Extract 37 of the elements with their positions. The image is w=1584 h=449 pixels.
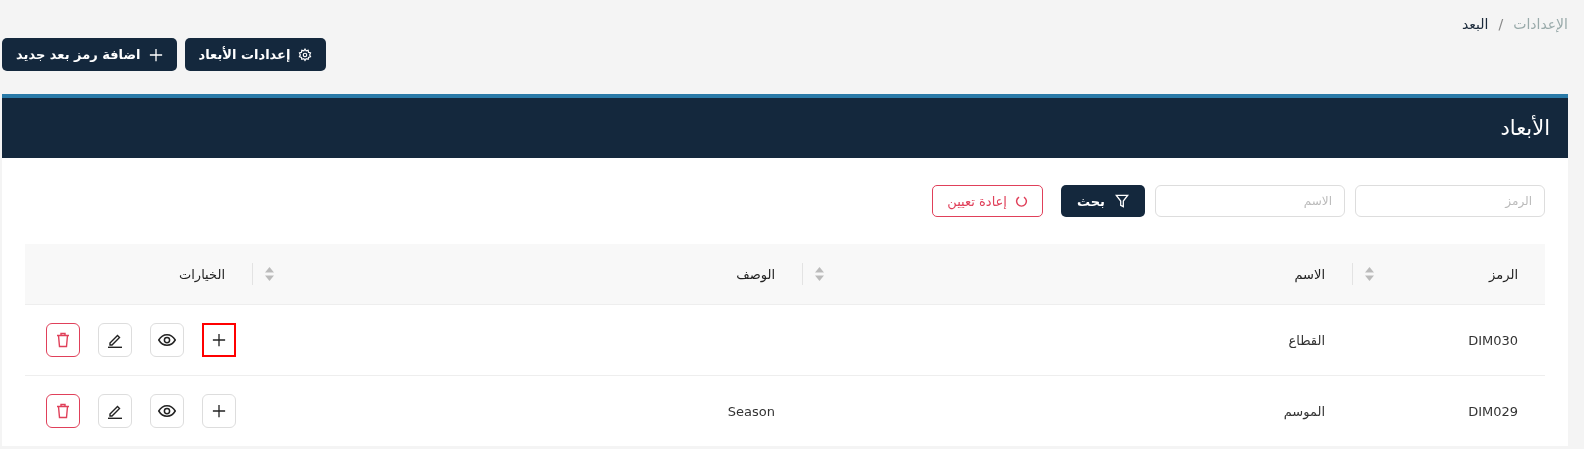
filter-field[interactable]: الاسم xyxy=(1155,185,1345,217)
table-cell: Season xyxy=(727,403,775,419)
plus-icon xyxy=(212,404,226,418)
view-button[interactable] xyxy=(150,323,184,357)
breadcrumb-separator: / xyxy=(1498,16,1504,32)
filter-icon xyxy=(1115,194,1129,208)
view-button[interactable] xyxy=(150,394,184,428)
pencil-icon xyxy=(107,332,123,348)
edit-button[interactable] xyxy=(98,323,132,357)
panel-title: الأبعاد xyxy=(1500,116,1550,140)
refresh-icon xyxy=(1015,194,1028,208)
column-header[interactable]: الوصف xyxy=(736,266,775,282)
trash-icon xyxy=(56,332,70,348)
plus-icon xyxy=(212,333,226,347)
gear-icon xyxy=(298,47,313,62)
table-cell: DIM029 xyxy=(1468,403,1518,419)
search-button[interactable]: بحث xyxy=(1061,185,1145,217)
delete-button[interactable] xyxy=(46,394,80,428)
eye-icon xyxy=(158,333,176,347)
eye-icon xyxy=(158,404,176,418)
add-button[interactable] xyxy=(202,323,236,357)
table-cell: الموسم xyxy=(1283,403,1325,419)
column-header[interactable]: الرمز xyxy=(1489,266,1518,282)
reset-button[interactable]: إعادة تعيين xyxy=(932,185,1043,217)
table-cell: القطاع xyxy=(1288,332,1325,348)
filter-field[interactable]: الرمز xyxy=(1355,185,1545,217)
edit-button[interactable] xyxy=(98,394,132,428)
plus-icon xyxy=(148,47,163,62)
delete-button[interactable] xyxy=(46,323,80,357)
column-header: الخيارات xyxy=(179,266,225,282)
breadcrumb-item: البعد xyxy=(1462,16,1489,32)
pencil-icon xyxy=(107,403,123,419)
column-header[interactable]: الاسم xyxy=(1294,266,1325,282)
add-button[interactable]: اضافة رمز بعد جديد xyxy=(2,38,177,71)
settings-button[interactable]: إعدادات الأبعاد xyxy=(184,38,327,71)
table-cell: DIM030 xyxy=(1468,332,1518,348)
trash-icon xyxy=(56,403,70,419)
